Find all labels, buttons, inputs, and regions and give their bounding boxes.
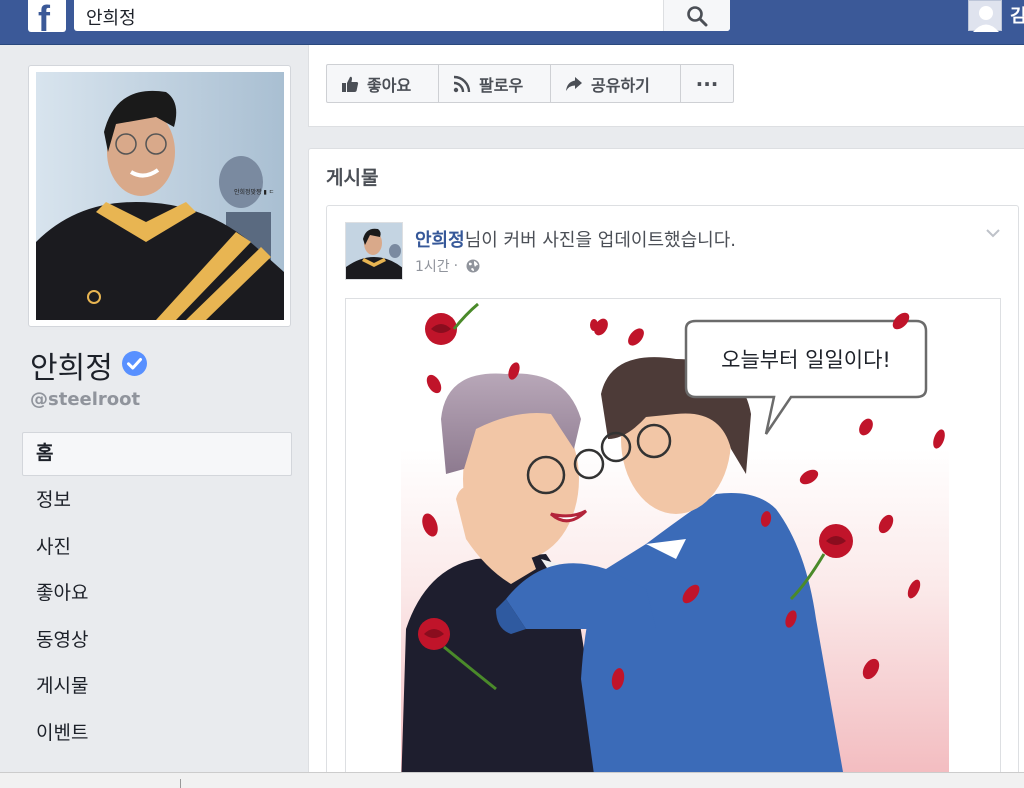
share-label: 공유하기	[591, 75, 650, 95]
like-label: 좋아요	[367, 75, 412, 95]
follow-button[interactable]: 팔로우	[438, 64, 551, 103]
page-name[interactable]: 안희정	[30, 343, 113, 387]
post-options-chevron-icon[interactable]	[985, 226, 1001, 240]
page-action-buttons: 좋아요 팔로우 공유하기 ···	[326, 64, 734, 103]
post-header: 안희정님이 커버 사진을 업데이트했습니다.	[415, 226, 736, 252]
post-author-link[interactable]: 안희정	[415, 230, 465, 251]
search-icon	[687, 6, 708, 27]
cover-photo[interactable]: 오늘부터 일일이다!	[345, 298, 1001, 788]
post-meta: 1시간 ·	[415, 256, 480, 276]
speech-bubble-text: 오늘부터 일일이다!	[721, 348, 891, 372]
page-username[interactable]: @steelroot	[30, 389, 140, 410]
top-navigation-bar: f 안희정 김	[0, 0, 1024, 45]
user-avatar[interactable]	[968, 0, 1002, 32]
more-options-button[interactable]: ···	[680, 64, 734, 103]
facebook-logo[interactable]: f	[28, 0, 66, 39]
user-name[interactable]: 김	[1010, 2, 1024, 28]
nav-item-posts[interactable]: 게시물	[22, 664, 292, 711]
nav-item-home[interactable]: 홈	[22, 432, 292, 476]
nav-item-photos[interactable]: 사진	[22, 525, 292, 572]
profile-picture-frame[interactable]: 안희정맞짱 ▮ ㄷ	[28, 65, 291, 327]
nav-item-likes[interactable]: 좋아요	[22, 571, 292, 618]
posts-section-title: 게시물	[326, 167, 379, 189]
share-arrow-icon	[566, 76, 582, 91]
meta-separator: ·	[453, 258, 459, 274]
post-action-text: 님이 커버 사진을 업데이트했습니다.	[464, 230, 736, 251]
profile-photo[interactable]: 안희정맞짱 ▮ ㄷ	[36, 72, 284, 320]
search-query[interactable]: 안희정	[86, 4, 136, 30]
photo-caption: 안희정맞짱 ▮ ㄷ	[234, 188, 274, 196]
globe-icon[interactable]	[466, 259, 480, 273]
post-author-avatar[interactable]	[345, 222, 403, 280]
nav-item-events[interactable]: 이벤트	[22, 711, 292, 758]
nav-item-videos[interactable]: 동영상	[22, 618, 292, 665]
thumbs-up-icon	[342, 76, 359, 92]
verified-badge-icon	[122, 351, 147, 376]
nav-item-about[interactable]: 정보	[22, 478, 292, 525]
rss-icon	[453, 75, 471, 92]
share-button[interactable]: 공유하기	[550, 64, 681, 103]
post-timestamp[interactable]: 1시간	[415, 256, 450, 276]
follow-label: 팔로우	[479, 75, 524, 95]
like-page-button[interactable]: 좋아요	[326, 64, 439, 103]
more-dots-icon: ···	[695, 71, 719, 96]
bottom-status-bar	[0, 772, 1024, 788]
search-input[interactable]: 안희정	[74, 0, 730, 31]
page-navigation: 홈 정보 사진 좋아요 동영상 게시물 이벤트	[22, 432, 292, 757]
search-button[interactable]	[663, 0, 730, 31]
